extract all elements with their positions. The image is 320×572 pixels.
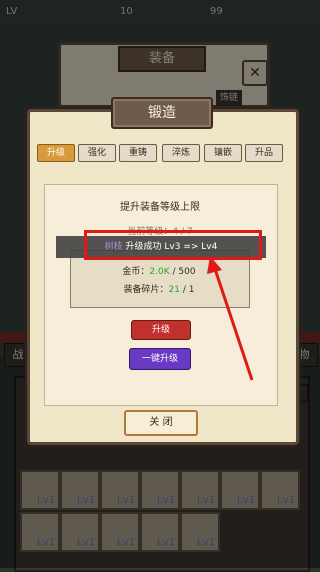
annotation-arrow <box>207 256 254 381</box>
arrow-shaft <box>212 265 254 381</box>
arrow-head-icon <box>207 256 222 274</box>
